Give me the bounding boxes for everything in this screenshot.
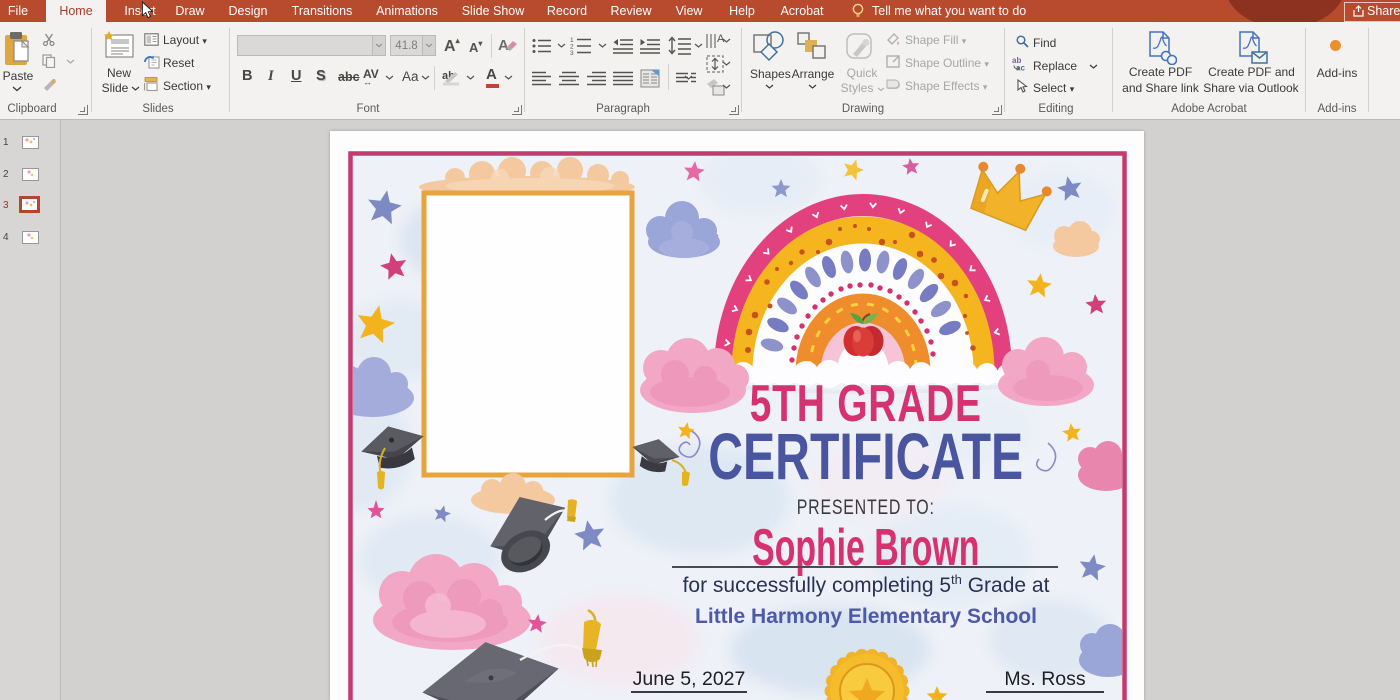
svg-text:A: A <box>498 37 509 54</box>
svg-text:3: 3 <box>570 50 574 55</box>
